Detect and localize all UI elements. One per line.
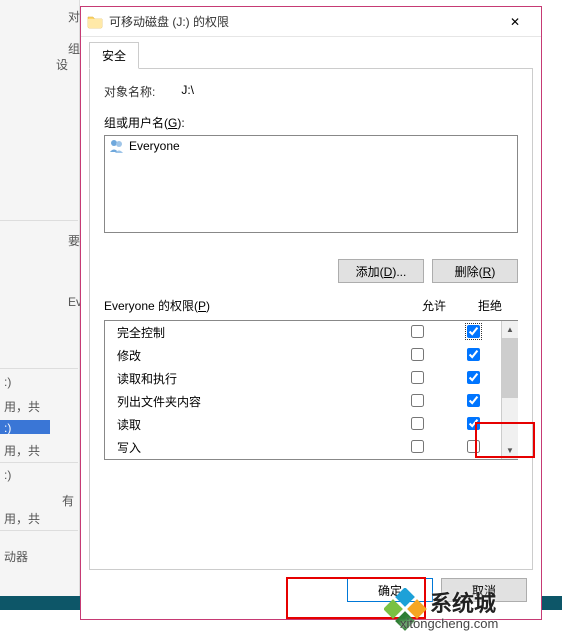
permission-row: 完全控制 [105, 321, 501, 344]
permission-name: 写入 [105, 439, 389, 456]
permission-row: 读取和执行 [105, 367, 501, 390]
list-item[interactable]: Everyone [105, 136, 517, 156]
bg-text: 对 [68, 8, 80, 25]
allow-checkbox[interactable] [411, 394, 424, 407]
deny-checkbox[interactable] [467, 440, 480, 453]
bg-text: 要 [68, 232, 80, 249]
close-icon: ✕ [510, 15, 520, 29]
bg-text: 设 [56, 56, 68, 73]
scroll-thumb[interactable] [502, 338, 518, 398]
permission-name: 读取和执行 [105, 370, 389, 387]
bg-text: :) [4, 421, 11, 435]
users-icon [109, 138, 125, 154]
permission-row: 读取 [105, 413, 501, 436]
permission-name: 列出文件夹内容 [105, 393, 389, 410]
group-users-label: 组或用户名(G): [104, 114, 518, 131]
deny-checkbox[interactable] [467, 371, 480, 384]
permission-name: 读取 [105, 416, 389, 433]
scrollbar[interactable]: ▲ ▼ [501, 321, 518, 459]
deny-checkbox[interactable] [467, 325, 480, 338]
folder-icon [87, 14, 103, 30]
permissions-title: Everyone 的权限(P) [104, 297, 406, 314]
users-listbox[interactable]: Everyone [104, 135, 518, 233]
tab-body: 对象名称: J:\ 组或用户名(G): Everyone 添加(D)... [89, 68, 533, 570]
close-button[interactable]: ✕ [495, 8, 535, 36]
scroll-down-icon[interactable]: ▼ [502, 442, 518, 459]
list-item-label: Everyone [129, 139, 180, 153]
permission-row: 修改 [105, 344, 501, 367]
titlebar[interactable]: 可移动磁盘 (J:) 的权限 ✕ [81, 7, 541, 37]
deny-checkbox[interactable] [467, 394, 480, 407]
allow-checkbox[interactable] [411, 440, 424, 453]
bg-text: 用，共 [4, 398, 40, 415]
bg-text: 动器 [4, 548, 28, 565]
tab-strip: 安全 [81, 37, 541, 68]
scroll-up-icon[interactable]: ▲ [502, 321, 518, 338]
remove-button[interactable]: 删除(R) [432, 259, 518, 283]
add-button[interactable]: 添加(D)... [338, 259, 424, 283]
permission-row: 写入 [105, 436, 501, 459]
permission-name: 完全控制 [105, 324, 389, 341]
watermark-url: xitongcheng.com [400, 616, 498, 631]
watermark-brand: 系统城 [430, 586, 496, 618]
bg-text: :) [4, 468, 11, 482]
column-deny: 拒绝 [462, 297, 518, 314]
permissions-dialog: 可移动磁盘 (J:) 的权限 ✕ 安全 对象名称: J:\ 组或用户名(G): … [80, 6, 542, 620]
bg-text: 有 [62, 492, 74, 509]
object-name-label: 对象名称: [104, 83, 155, 100]
bg-text: 组 [68, 40, 80, 57]
bg-text: 用，共 [4, 510, 40, 527]
dialog-title: 可移动磁盘 (J:) 的权限 [109, 13, 495, 30]
allow-checkbox[interactable] [411, 371, 424, 384]
tab-security[interactable]: 安全 [89, 42, 139, 69]
allow-checkbox[interactable] [411, 325, 424, 338]
column-allow: 允许 [406, 297, 462, 314]
allow-checkbox[interactable] [411, 348, 424, 361]
watermark: 系统城 xitongcheng.com [384, 584, 554, 640]
permission-name: 修改 [105, 347, 389, 364]
permission-row: 列出文件夹内容 [105, 390, 501, 413]
allow-checkbox[interactable] [411, 417, 424, 430]
deny-checkbox[interactable] [467, 348, 480, 361]
object-name-value: J:\ [181, 83, 194, 100]
deny-checkbox[interactable] [467, 417, 480, 430]
bg-text: 用，共 [4, 442, 40, 459]
permissions-list: 完全控制修改读取和执行列出文件夹内容读取写入 ▲ ▼ [104, 320, 518, 460]
bg-text: :) [4, 375, 11, 389]
